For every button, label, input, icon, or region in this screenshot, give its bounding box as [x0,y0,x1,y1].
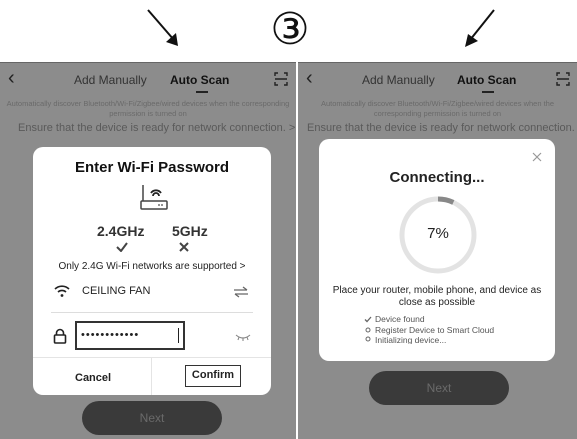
placement-instruction: Place your router, mobile phone, and dev… [332,285,542,308]
active-tab-indicator [482,91,494,93]
cancel-button[interactable]: Cancel [75,372,111,384]
check-icon [364,316,372,323]
close-icon[interactable] [532,152,542,162]
left-screen: ‹ Add Manually Auto Scan Automatically d… [0,62,296,439]
dialog-title: Enter Wi-Fi Password [74,159,230,176]
next-button[interactable]: Next [82,401,222,435]
ensure-ready-link[interactable]: Ensure that the device is ready for netw… [18,122,295,134]
dialog-footer-divider [33,357,271,358]
footer-button-separator [151,357,152,395]
tab-auto-scan[interactable]: Auto Scan [457,73,516,87]
dot-icon [365,336,371,342]
band-24-label: 2.4GHz [97,223,145,239]
chevron-left-icon[interactable]: ‹ [8,67,15,90]
wifi-password-dialog: Enter Wi-Fi Password 2.4GHz 5GHz Only 2.… [33,147,271,395]
ensure-ready-link[interactable]: Ensure that the device is ready for netw… [307,122,575,134]
description-text: Automatically discover Bluetooth/Wi-Fi/Z… [320,99,555,118]
cross-icon [179,242,189,252]
next-button[interactable]: Next [369,371,509,405]
arrow-down-left-icon [465,9,495,47]
lock-icon [53,328,67,344]
status-step: Initializing device... [363,335,553,344]
progress-percent: 7% [427,225,449,242]
text-cursor [178,328,179,343]
confirm-button[interactable]: Confirm [185,365,241,387]
eye-closed-icon[interactable] [235,333,251,341]
tab-add-manually[interactable]: Add Manually [362,73,435,87]
tab-add-manually[interactable]: Add Manually [74,73,147,87]
right-screen: ‹ Add Manually Auto Scan Automatically d… [298,62,577,439]
status-step-label: Initializing device... [375,335,447,344]
check-icon [116,242,128,252]
nav-header: ‹ Add Manually Auto Scan [0,63,296,97]
scan-icon[interactable] [274,72,288,86]
dialog-title: Connecting... [389,169,485,186]
status-step-label: Device found [375,314,425,324]
password-value: •••••••••••• [81,329,140,341]
switch-network-icon[interactable] [233,286,249,298]
scan-icon[interactable] [556,72,570,86]
step-number: ③ [270,4,310,55]
nav-header: ‹ Add Manually Auto Scan [298,63,577,97]
arrow-down-right-icon [147,9,178,46]
dot-icon [365,327,371,333]
status-step-label: Register Device to Smart Cloud [375,325,495,335]
chevron-left-icon[interactable]: ‹ [306,67,313,90]
wifi-ssid: CEILING FAN [82,285,151,297]
wifi-icon [54,285,70,297]
band-support-note[interactable]: Only 2.4G Wi-Fi networks are supported > [33,261,271,272]
active-tab-indicator [196,91,208,93]
tab-auto-scan[interactable]: Auto Scan [170,73,229,87]
divider [51,312,253,313]
password-input[interactable]: •••••••••••• [75,321,185,350]
description-text: Automatically discover Bluetooth/Wi-Fi/Z… [6,99,290,118]
band-5-label: 5GHz [172,223,208,239]
router-icon [140,185,168,210]
connecting-dialog: Connecting... 7% Place your router, mobi… [319,139,555,361]
